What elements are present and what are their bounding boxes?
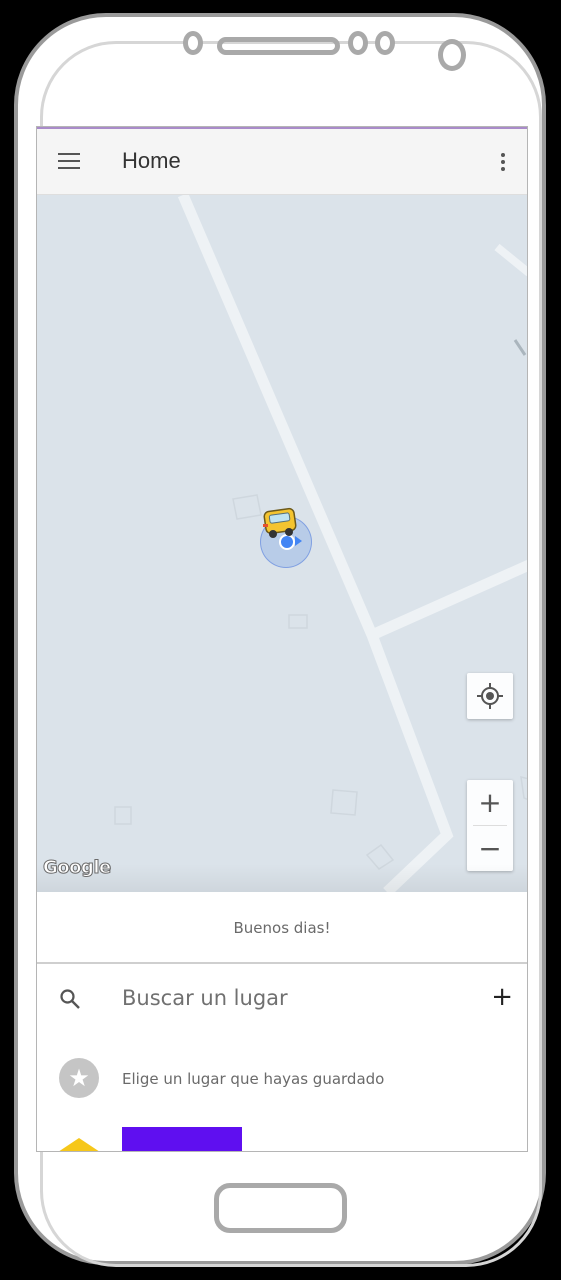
greeting-text: Buenos dias! [37,892,527,964]
sensor-right-icon [375,31,395,55]
zoom-controls: + − [467,780,513,871]
search-icon [60,989,80,1009]
app-screen: Home + − Google Buenos dias! Buscar un l… [36,126,528,1152]
list-item[interactable] [37,1114,527,1151]
search-place-row[interactable]: Buscar un lugar + [37,964,527,1034]
place-marker-icon [55,1138,103,1151]
zoom-in-button[interactable]: + [467,780,513,825]
front-camera-icon [183,31,203,55]
add-icon[interactable]: + [491,982,513,1012]
map-view[interactable]: + − Google [37,195,527,892]
google-logo: Google [43,857,112,879]
home-button[interactable] [214,1183,347,1233]
sensor-left-icon [348,31,368,55]
place-color-block [122,1127,242,1151]
page-title: Home [122,148,181,173]
camera-lens-icon [438,39,466,71]
search-place-label: Buscar un lugar [122,986,288,1010]
saved-place-label: Elige un lugar que hayas guardado [122,1070,385,1088]
app-bar: Home [37,129,527,195]
my-location-button[interactable] [467,673,513,719]
my-location-icon [477,683,503,709]
earpiece-speaker [217,37,340,55]
star-icon: ★ [59,1058,99,1098]
more-vert-icon[interactable] [493,147,513,177]
bus-icon[interactable] [261,507,301,541]
menu-icon[interactable] [55,148,85,176]
saved-place-row[interactable]: ★ Elige un lugar que hayas guardado [37,1034,527,1114]
